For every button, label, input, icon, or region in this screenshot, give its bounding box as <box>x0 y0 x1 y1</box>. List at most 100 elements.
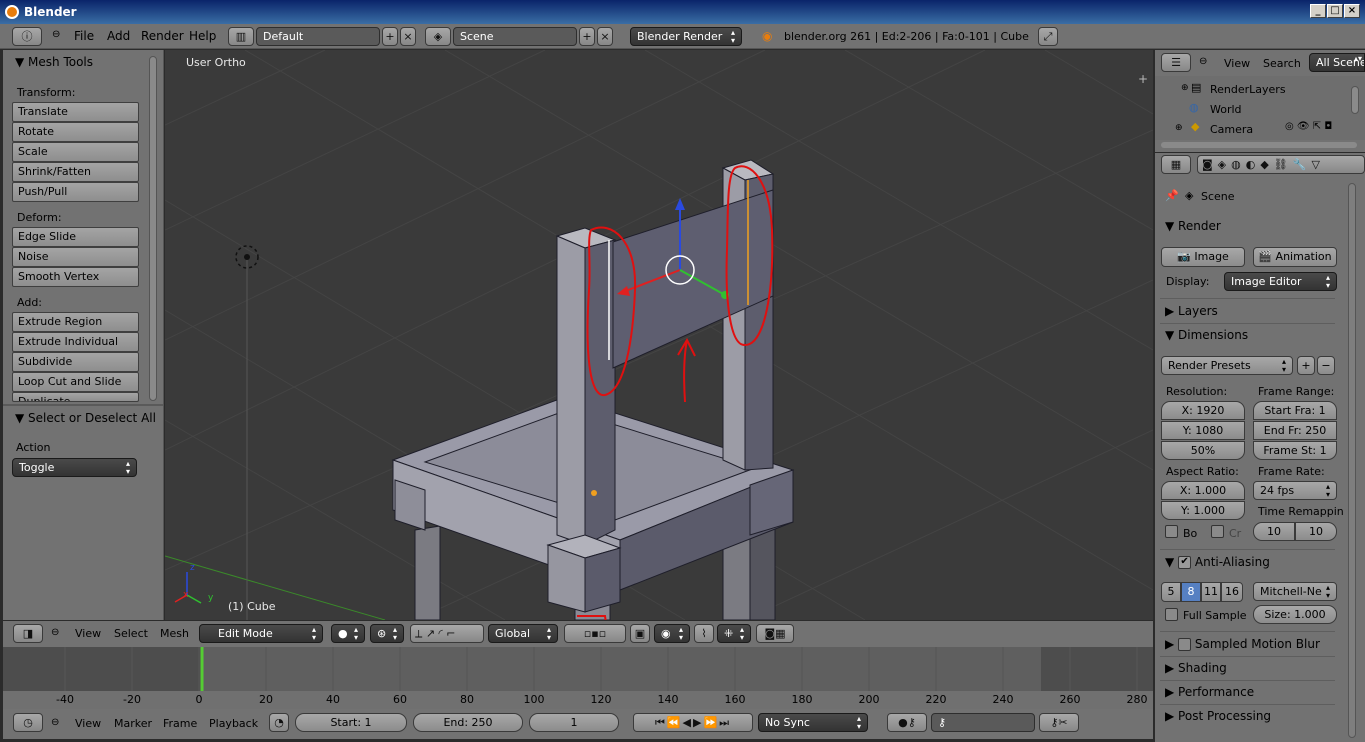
collapse-menus-icon[interactable]: ⊖ <box>52 29 60 40</box>
menu-add[interactable]: Add <box>107 29 130 43</box>
snap-icon[interactable]: ⌇ <box>694 624 714 643</box>
preview-range-icon[interactable]: ◔ <box>269 713 289 732</box>
screen-layout-icon[interactable]: ▥ <box>228 27 254 46</box>
render-panel-header[interactable]: ▼ Render <box>1165 219 1221 233</box>
expand-renderlayers-icon[interactable]: ⊕ <box>1181 83 1189 93</box>
resolution-x-field[interactable]: X: 1920 <box>1161 401 1245 420</box>
keying-set-field[interactable]: ⚷ <box>931 713 1035 732</box>
rotate-button[interactable]: Rotate <box>12 122 139 142</box>
timeline-area[interactable]: -40 -20 0 20 40 60 80 100 120 140 160 180 200 220 240 2… <box>3 647 1153 709</box>
close-button[interactable]: × <box>1344 4 1360 18</box>
frame-rate-select[interactable]: 24 fps <box>1253 481 1337 500</box>
tl-menu-frame[interactable]: Frame <box>163 717 197 730</box>
mesh-tools-panel-header[interactable]: ▼ Mesh Tools <box>15 55 93 69</box>
select-mode-buttons[interactable]: ▫▪▫ <box>564 624 626 643</box>
anti-aliasing-checkbox[interactable]: ✔ <box>1178 556 1192 569</box>
menu-render[interactable]: Render <box>141 29 184 43</box>
end-frame-field[interactable]: End: 250 <box>413 713 523 732</box>
performance-panel-header[interactable]: ▶ Performance <box>1165 685 1254 699</box>
start-frame-field[interactable]: Start: 1 <box>295 713 407 732</box>
scene-icon[interactable]: ◈ <box>425 27 451 46</box>
collapse-outliner-menus-icon[interactable]: ⊖ <box>1199 56 1207 67</box>
vp-menu-view[interactable]: View <box>75 627 101 640</box>
outliner-menu-view[interactable]: View <box>1224 57 1250 70</box>
menu-help[interactable]: Help <box>189 29 216 43</box>
loop-cut-slide-button[interactable]: Loop Cut and Slide <box>12 372 139 392</box>
tool-shelf-scrollbar[interactable] <box>149 56 157 401</box>
minimize-button[interactable]: _ <box>1310 4 1326 18</box>
display-mode-select[interactable]: All Scenes <box>1309 53 1365 72</box>
add-preset-icon[interactable]: + <box>1297 356 1315 375</box>
anti-aliasing-panel-header[interactable]: ▼ ✔ Anti-Aliasing <box>1165 555 1270 569</box>
aspect-x-field[interactable]: X: 1.000 <box>1161 481 1245 500</box>
aa-samples-8[interactable]: 8 <box>1181 582 1201 602</box>
pin-icon[interactable]: 📌 <box>1165 189 1179 202</box>
remove-scene-icon[interactable]: × <box>597 27 613 46</box>
editor-type-properties-icon[interactable]: ▦ <box>1161 155 1191 174</box>
aa-samples-5[interactable]: 5 <box>1161 582 1181 602</box>
aa-filter-select[interactable]: Mitchell-Ne <box>1253 582 1337 601</box>
motion-blur-panel-header[interactable]: ▶ Sampled Motion Blur <box>1165 637 1320 651</box>
properties-region-toggle-icon[interactable]: + <box>1138 72 1148 86</box>
properties-context-tabs[interactable]: ◙◈◍◐◆⛓🔧▽ <box>1197 155 1365 174</box>
add-screen-icon[interactable]: + <box>382 27 398 46</box>
editor-type-outliner-icon[interactable]: ☰ <box>1161 53 1191 72</box>
full-sample-checkbox[interactable] <box>1165 608 1178 621</box>
border-checkbox[interactable] <box>1165 525 1178 538</box>
current-frame-field[interactable]: 1 <box>529 713 619 732</box>
editor-type-3dview-icon[interactable]: ◨ <box>13 624 43 643</box>
start-frame-prop-field[interactable]: Start Fra: 1 <box>1253 401 1337 420</box>
aa-samples-16[interactable]: 16 <box>1221 582 1243 602</box>
record-keying-buttons[interactable]: ●⚷ <box>887 713 927 732</box>
pivot-point-select[interactable]: ⊛ <box>370 624 404 643</box>
render-animation-button[interactable]: 🎬 Animation <box>1253 247 1337 267</box>
outliner-item-world[interactable]: World <box>1210 103 1242 116</box>
maximize-button[interactable]: □ <box>1327 4 1343 18</box>
vp-menu-mesh[interactable]: Mesh <box>160 627 189 640</box>
motion-blur-checkbox[interactable] <box>1178 638 1192 651</box>
viewport-shading-select[interactable]: ● <box>331 624 365 643</box>
add-scene-icon[interactable]: + <box>579 27 595 46</box>
post-processing-panel-header[interactable]: ▶ Post Processing <box>1165 709 1271 723</box>
resolution-y-field[interactable]: Y: 1080 <box>1161 421 1245 440</box>
frame-step-field[interactable]: Frame St: 1 <box>1253 441 1337 460</box>
extrude-region-button[interactable]: Extrude Region <box>12 312 139 332</box>
action-select[interactable]: Toggle <box>12 458 137 477</box>
operator-panel-header[interactable]: ▼ Select or Deselect All <box>15 411 156 425</box>
3d-viewport[interactable]: User Ortho (1) Cube x y z + <box>165 50 1153 620</box>
vp-menu-select[interactable]: Select <box>114 627 148 640</box>
edge-slide-button[interactable]: Edge Slide <box>12 227 139 247</box>
scale-button[interactable]: Scale <box>12 142 139 162</box>
outliner-item-camera[interactable]: Camera <box>1210 123 1253 133</box>
push-pull-button[interactable]: Push/Pull <box>12 182 139 202</box>
render-presets-select[interactable]: Render Presets <box>1161 356 1293 375</box>
menu-file[interactable]: File <box>74 29 94 43</box>
layers-panel-header[interactable]: ▶ Layers <box>1165 304 1218 318</box>
properties-scrollbar[interactable] <box>1348 183 1356 738</box>
time-remap-old-field[interactable]: 10 <box>1253 522 1295 541</box>
proportional-edit-select[interactable]: ◉ <box>654 624 690 643</box>
subdivide-button[interactable]: Subdivide <box>12 352 139 372</box>
outliner-menu-search[interactable]: Search <box>1263 57 1301 70</box>
smooth-vertex-button[interactable]: Smooth Vertex <box>12 267 139 287</box>
scene-field[interactable]: Scene <box>453 27 577 46</box>
sync-mode-select[interactable]: No Sync <box>758 713 868 732</box>
remove-screen-icon[interactable]: × <box>400 27 416 46</box>
outliner-item-renderlayers[interactable]: RenderLayers <box>1210 83 1286 96</box>
outliner-scrollbar[interactable] <box>1351 86 1359 114</box>
crop-checkbox[interactable] <box>1211 525 1224 538</box>
tl-menu-view[interactable]: View <box>75 717 101 730</box>
snap-element-select[interactable]: ⁜ <box>717 624 751 643</box>
display-select[interactable]: Image Editor <box>1224 272 1337 291</box>
restrict-toggles-icon[interactable]: ◎ 👁 ⇱ ◘ <box>1285 121 1332 132</box>
tl-menu-marker[interactable]: Marker <box>114 717 152 730</box>
shading-panel-header[interactable]: ▶ Shading <box>1165 661 1227 675</box>
transform-orientation-select[interactable]: Global <box>488 624 558 643</box>
collapse-vp-menus-icon[interactable]: ⊖ <box>51 627 59 638</box>
aa-size-field[interactable]: Size: 1.000 <box>1253 605 1337 624</box>
tl-menu-playback[interactable]: Playback <box>209 717 258 730</box>
aspect-y-field[interactable]: Y: 1.000 <box>1161 501 1245 520</box>
duplicate-button[interactable]: Duplicate <box>12 392 139 402</box>
remove-preset-icon[interactable]: − <box>1317 356 1335 375</box>
expand-camera-icon[interactable]: ⊕ <box>1175 123 1183 133</box>
